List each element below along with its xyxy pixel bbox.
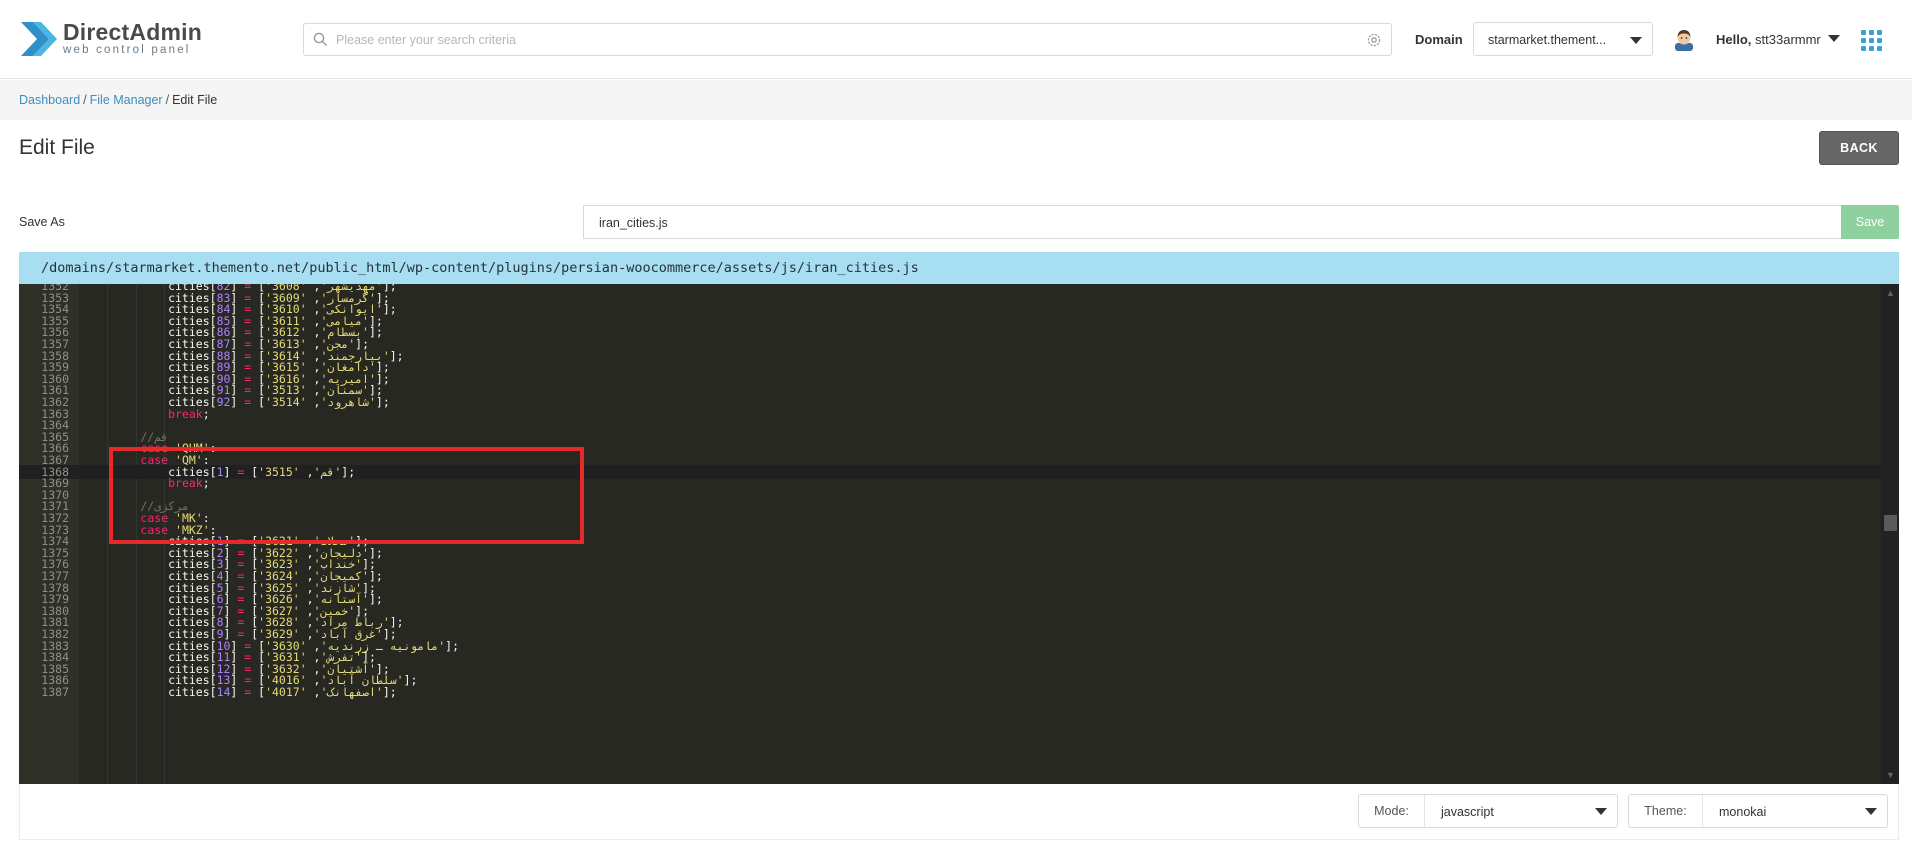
logo-subtitle: web control panel [63, 44, 191, 56]
breadcrumb-dashboard[interactable]: Dashboard [19, 93, 80, 107]
breadcrumb: Dashboard / File Manager / Edit File [19, 93, 217, 107]
domain-label: Domain [1415, 32, 1463, 47]
page-title: Edit File [19, 136, 95, 159]
mode-select[interactable]: Mode: javascript [1358, 794, 1618, 828]
breadcrumb-separator: / [83, 93, 87, 107]
directadmin-logo-icon [21, 22, 57, 56]
breadcrumb-bar: Dashboard / File Manager / Edit File [0, 80, 1912, 120]
scroll-up-icon[interactable]: ▲ [1886, 288, 1895, 298]
search-placeholder: Please enter your search criteria [336, 33, 516, 47]
back-button[interactable]: BACK [1819, 131, 1899, 165]
username: stt33armmr [1755, 32, 1821, 47]
file-path-bar: /domains/starmarket.themento.net/public_… [19, 252, 1899, 284]
user-menu-chevron-icon[interactable] [1828, 35, 1840, 42]
file-path: /domains/starmarket.themento.net/public_… [41, 260, 919, 276]
chevron-down-icon [1630, 37, 1642, 44]
top-header: DirectAdmin web control panel Please ent… [0, 0, 1912, 79]
gear-icon[interactable] [1366, 32, 1382, 48]
search-icon [313, 32, 328, 47]
save-button[interactable]: Save [1841, 205, 1899, 239]
apps-grid-icon[interactable] [1861, 30, 1882, 51]
greeting-text: Hello, [1716, 32, 1752, 47]
save-as-label: Save As [19, 215, 65, 229]
breadcrumb-separator: / [165, 93, 170, 107]
theme-label: Theme: [1629, 795, 1703, 827]
avatar[interactable] [1672, 27, 1696, 51]
code-text[interactable]: cities[14] = ['4017' ,'اصفهانک']; [85, 685, 397, 699]
mode-label: Mode: [1359, 795, 1425, 827]
theme-value: monokai [1719, 805, 1767, 819]
save-as-input[interactable]: iran_cities.js [583, 205, 1841, 239]
editor-scrollbar[interactable]: ▲ ▼ [1881, 284, 1899, 784]
search-input[interactable]: Please enter your search criteria [303, 23, 1392, 56]
theme-select[interactable]: Theme: monokai [1628, 794, 1888, 828]
mode-value: javascript [1441, 805, 1494, 819]
directadmin-logo[interactable]: DirectAdmin web control panel [19, 18, 219, 62]
code-line[interactable]: 1387 cities[14] = ['4017' ,'اصفهانک']; [19, 685, 1881, 699]
domain-select[interactable]: starmarket.thement... [1473, 22, 1653, 56]
highlight-annotation [109, 447, 584, 544]
chevron-down-icon [1595, 808, 1607, 815]
line-number: 1387 [41, 685, 69, 699]
breadcrumb-file-manager[interactable]: File Manager [90, 93, 163, 107]
scrollbar-thumb[interactable] [1884, 515, 1897, 531]
user-greeting[interactable]: Hello, stt33armmr [1716, 32, 1821, 47]
scroll-down-icon[interactable]: ▼ [1886, 770, 1895, 780]
save-as-value: iran_cities.js [599, 216, 668, 230]
chevron-down-icon [1865, 808, 1877, 815]
logo-title: DirectAdmin [63, 19, 202, 45]
breadcrumb-current: Edit File [172, 93, 218, 107]
domain-select-value: starmarket.thement... [1488, 33, 1607, 47]
